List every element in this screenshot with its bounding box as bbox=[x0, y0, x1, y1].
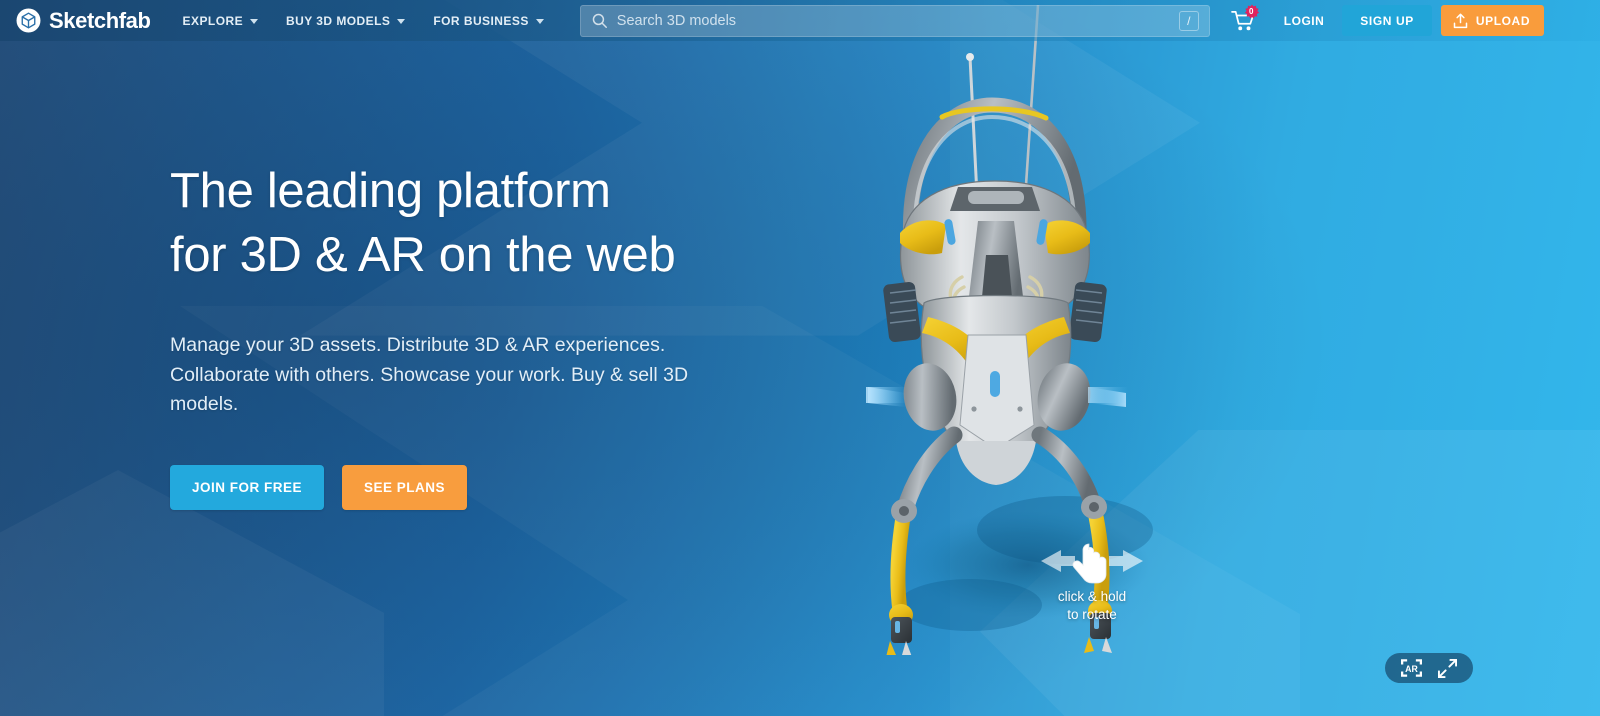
search-container: / bbox=[579, 4, 1210, 37]
page-root: Sketchfab EXPLORE BUY 3D MODELS FOR BUSI… bbox=[0, 0, 1600, 716]
sketchfab-logo-link[interactable]: Sketchfab bbox=[16, 8, 151, 33]
signup-button[interactable]: SIGN UP bbox=[1342, 5, 1432, 36]
shopping-cart-button[interactable]: 0 bbox=[1226, 3, 1260, 38]
nav-item-explore-label: EXPLORE bbox=[182, 13, 244, 28]
hero-cta-group: JOIN FOR FREE SEE PLANS bbox=[170, 465, 790, 511]
ar-view-icon: AR bbox=[1401, 659, 1422, 677]
chevron-down-icon bbox=[535, 19, 544, 24]
logo-wordmark: Sketchfab bbox=[49, 7, 151, 33]
hero-title-line-2: for 3D & AR on the web bbox=[170, 227, 676, 282]
3d-model-viewer[interactable]: click & hold to rotate AR bbox=[866, 0, 1485, 716]
upload-button-label: UPLOAD bbox=[1475, 13, 1531, 28]
upload-arrow-icon bbox=[1453, 13, 1468, 28]
hero-title: The leading platform for 3D & AR on the … bbox=[170, 160, 790, 287]
hero-title-line-1: The leading platform bbox=[170, 164, 611, 218]
search-box[interactable]: / bbox=[579, 4, 1210, 37]
nav-item-buy-3d-models[interactable]: BUY 3D MODELS bbox=[272, 0, 419, 41]
search-shortcut-key: / bbox=[1178, 10, 1199, 31]
cart-count-value: 0 bbox=[1249, 6, 1254, 16]
nav-item-for-business[interactable]: FOR BUSINESS bbox=[419, 0, 557, 41]
nav-item-for-business-label: FOR BUSINESS bbox=[433, 13, 529, 28]
fullscreen-button[interactable] bbox=[1438, 658, 1457, 678]
login-link[interactable]: LOGIN bbox=[1266, 14, 1343, 28]
ar-view-button[interactable]: AR bbox=[1401, 659, 1422, 677]
chevron-down-icon bbox=[250, 19, 259, 24]
upload-button[interactable]: UPLOAD bbox=[1440, 5, 1545, 36]
primary-nav-links: EXPLORE BUY 3D MODELS FOR BUSINESS bbox=[169, 0, 558, 41]
nav-item-buy-3d-models-label: BUY 3D MODELS bbox=[286, 13, 391, 28]
join-for-free-button[interactable]: JOIN FOR FREE bbox=[170, 465, 325, 511]
viewer-controls-bar: AR bbox=[1385, 653, 1473, 683]
fullscreen-expand-icon bbox=[1438, 658, 1457, 678]
search-input[interactable] bbox=[616, 12, 1179, 29]
search-icon bbox=[592, 13, 607, 28]
chevron-down-icon bbox=[397, 19, 406, 24]
ar-label: AR bbox=[1405, 664, 1418, 674]
top-navigation-bar: Sketchfab EXPLORE BUY 3D MODELS FOR BUSI… bbox=[0, 0, 1600, 41]
mech-robot-model bbox=[866, 5, 1153, 655]
hero-subtitle: Manage your 3D assets. Distribute 3D & A… bbox=[170, 334, 689, 415]
nav-item-explore[interactable]: EXPLORE bbox=[169, 0, 273, 41]
see-plans-button[interactable]: SEE PLANS bbox=[342, 465, 468, 511]
cube-logo-icon bbox=[16, 8, 41, 33]
viewer-canvas[interactable]: click & hold to rotate AR bbox=[866, 0, 1485, 716]
hero-section: The leading platform for 3D & AR on the … bbox=[170, 160, 790, 511]
cart-count-badge: 0 bbox=[1244, 3, 1259, 19]
